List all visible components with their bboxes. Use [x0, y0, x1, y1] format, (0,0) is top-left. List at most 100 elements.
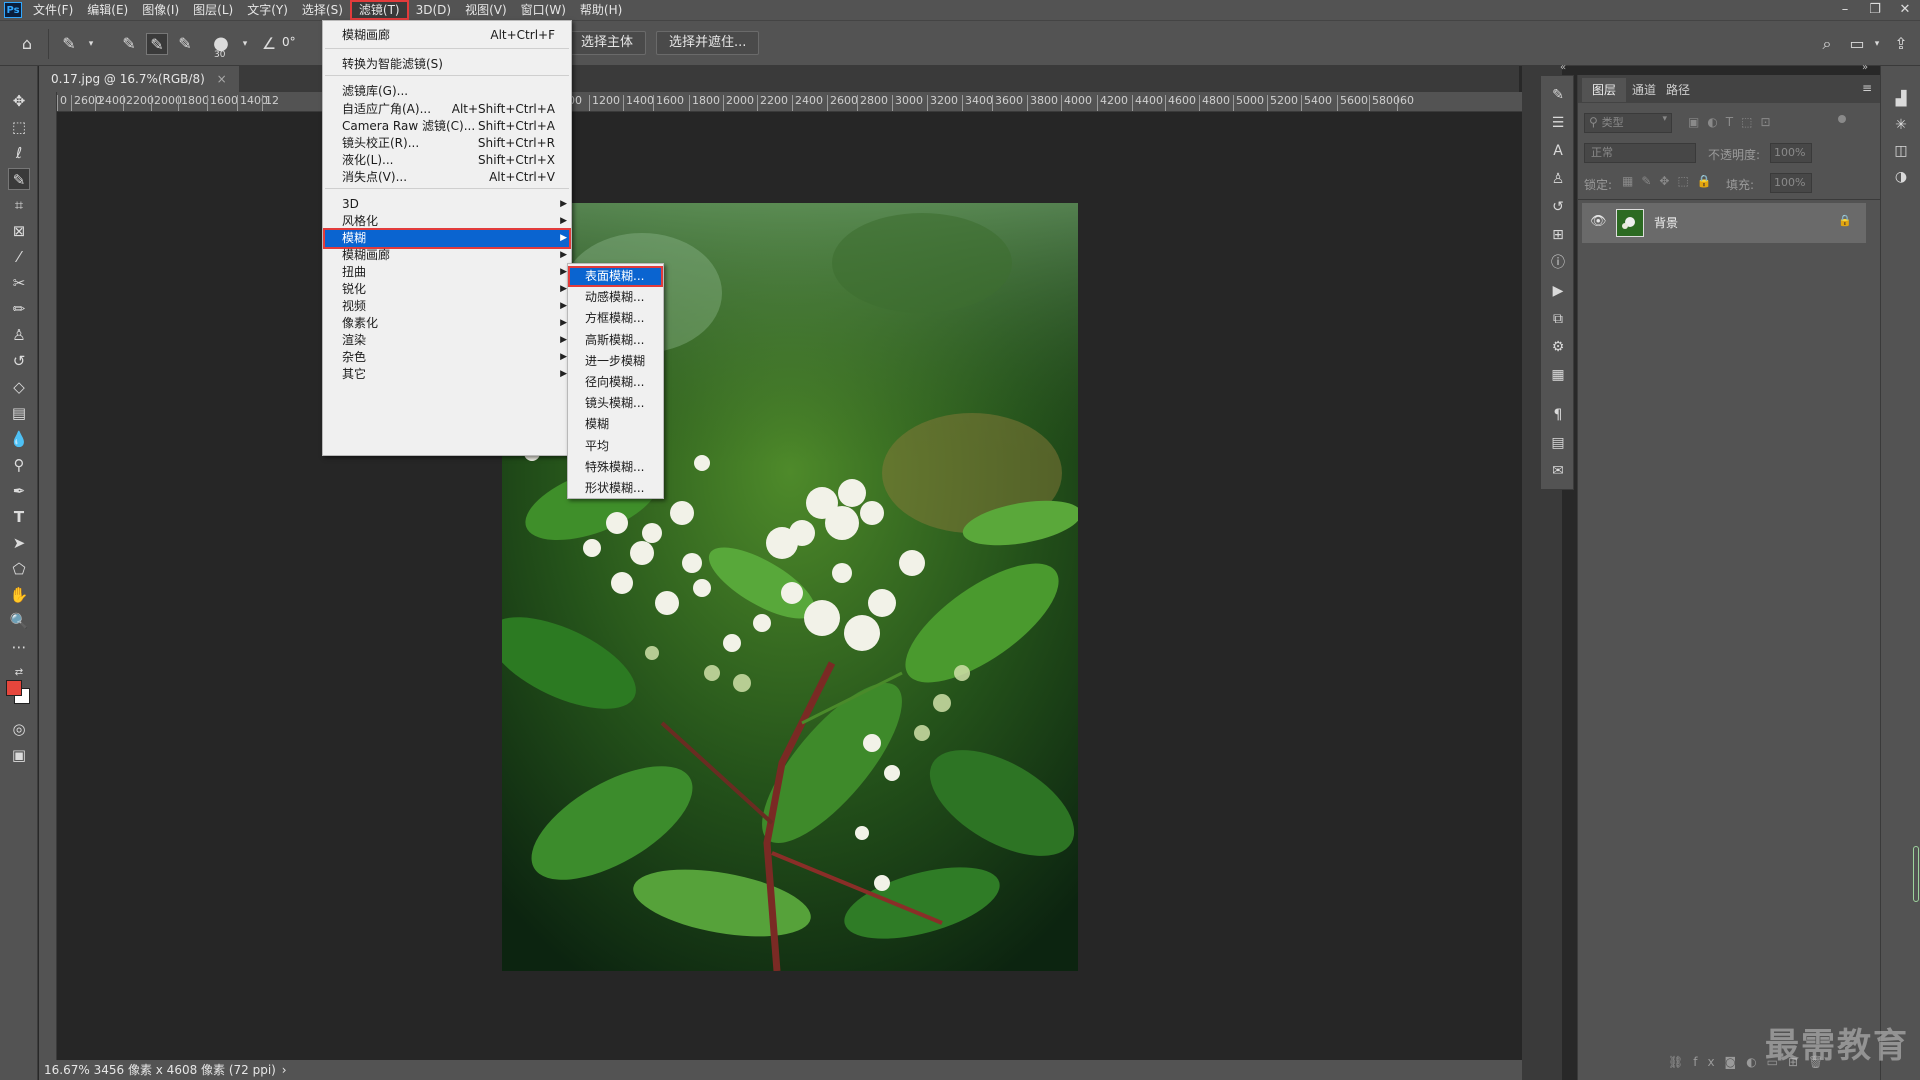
blur-submenu-item[interactable]: 方框模糊... [568, 308, 663, 329]
filter-menu-item[interactable]: 其它 ▶ [323, 364, 571, 385]
crop-tool-icon[interactable]: ⌗ [8, 194, 30, 216]
blur-submenu-item[interactable]: 进一步模糊 [568, 351, 663, 372]
tool-presets-icon[interactable]: ⊞ [1547, 224, 1569, 246]
menu-item[interactable]: 窗口(W) [514, 0, 573, 20]
subtract-selection-brush-icon[interactable]: ✎ [174, 33, 196, 55]
new-selection-brush-icon[interactable]: ✎ [118, 33, 140, 55]
scrollbar-indicator[interactable] [1913, 846, 1919, 902]
screen-mode-icon[interactable]: ▣ [8, 744, 30, 766]
minimize-button[interactable]: – [1830, 0, 1860, 20]
lock-icon[interactable]: 🔒 [1838, 214, 1852, 227]
fill-input[interactable]: 100% [1770, 173, 1812, 193]
character-icon[interactable]: A [1547, 140, 1569, 162]
collapse-panels-icon[interactable]: « [1560, 62, 1566, 73]
lasso-tool-icon[interactable]: ℓ [8, 142, 30, 164]
3d-icon[interactable]: ⚙ [1547, 336, 1569, 358]
color-icon[interactable]: ◑ [1890, 166, 1912, 188]
angle-value[interactable]: 0° [282, 35, 296, 49]
styles-icon[interactable]: ⧉ [1547, 308, 1569, 330]
libraries-icon[interactable]: ◫ [1890, 140, 1912, 162]
adjustments-icon[interactable]: ☰ [1547, 112, 1569, 134]
filter-toggle-icon[interactable] [1838, 115, 1846, 123]
move-tool-icon[interactable]: ✥ [8, 90, 30, 112]
shape-tool-icon[interactable]: ⬠ [8, 558, 30, 580]
foreground-color-swatch[interactable] [6, 680, 22, 696]
swatches-icon[interactable]: ▦ [1547, 364, 1569, 386]
menu-item[interactable]: 文件(F) [26, 0, 80, 20]
clone-source-icon[interactable]: ♙ [1547, 168, 1569, 190]
panel-tab[interactable]: 路径 [1656, 78, 1700, 102]
chevron-right-icon[interactable]: › [282, 1063, 287, 1077]
quick-selection-tool-icon[interactable]: ✎ [8, 168, 30, 190]
close-tab-icon[interactable]: × [217, 72, 227, 86]
blur-submenu-item[interactable]: 高斯模糊... [568, 330, 663, 351]
expand-panels-icon[interactable]: » [1862, 62, 1868, 73]
panel-menu-icon[interactable]: ≡ [1862, 81, 1872, 95]
menu-item[interactable]: 图层(L) [186, 0, 240, 20]
info-icon[interactable]: ⓘ [1547, 252, 1569, 274]
search-icon[interactable]: ⌕ [1816, 33, 1838, 55]
menu-item[interactable]: 编辑(E) [80, 0, 135, 20]
blur-submenu-item[interactable]: 动感模糊... [568, 287, 663, 308]
opacity-input[interactable]: 100% [1770, 143, 1812, 163]
workspace-icon[interactable]: ▭ [1846, 33, 1868, 55]
filter-menu-item[interactable]: 消失点(V)... Alt+Ctrl+V [323, 167, 571, 188]
add-selection-brush-icon[interactable]: ✎ [146, 33, 168, 55]
layer-name[interactable]: 背景 [1654, 214, 1678, 231]
brush-tool-icon[interactable]: ✏ [8, 298, 30, 320]
dodge-tool-icon[interactable]: ⚲ [8, 454, 30, 476]
zoom-level[interactable]: 16.67% [44, 1063, 90, 1077]
chevron-down-icon[interactable]: ▾ [234, 33, 256, 55]
close-button[interactable]: ✕ [1890, 0, 1920, 20]
paragraph-styles-icon[interactable]: ▤ [1547, 432, 1569, 454]
blur-tool-icon[interactable]: 💧 [8, 428, 30, 450]
layer-row-background[interactable]: 👁 背景 🔒 [1582, 203, 1866, 243]
menu-item[interactable]: 文字(Y) [240, 0, 295, 20]
eraser-tool-icon[interactable]: ◇ [8, 376, 30, 398]
actions-icon[interactable]: ▶ [1547, 280, 1569, 302]
layer-filter-select[interactable]: ⚲ 类型 ▾ [1584, 113, 1672, 133]
path-selection-tool-icon[interactable]: ➤ [8, 532, 30, 554]
restore-button[interactable]: ❐ [1860, 0, 1890, 20]
quick-selection-preset-icon[interactable]: ✎ [58, 33, 80, 55]
blur-submenu-item[interactable]: 模糊 [568, 414, 663, 435]
chevron-down-icon[interactable]: ▾ [1866, 33, 1888, 55]
blend-mode-select[interactable]: 正常 [1584, 143, 1696, 163]
layer-filter-icons[interactable]: ▣◐T⬚⊡ [1688, 115, 1779, 129]
menu-item[interactable]: 选择(S) [295, 0, 350, 20]
blur-submenu-item[interactable]: 特殊模糊... [568, 457, 663, 478]
paragraph-icon[interactable]: ¶ [1547, 404, 1569, 426]
menu-item[interactable]: 帮助(H) [573, 0, 629, 20]
visibility-eye-icon[interactable]: 👁 [1590, 214, 1607, 229]
blur-submenu-item[interactable]: 表面模糊... [568, 266, 663, 287]
marquee-tool-icon[interactable]: ⬚ [8, 116, 30, 138]
frame-tool-icon[interactable]: ⊠ [8, 220, 30, 242]
history-brush-tool-icon[interactable]: ↺ [8, 350, 30, 372]
gradient-tool-icon[interactable]: ▤ [8, 402, 30, 424]
lock-icons[interactable]: ▦✎✥⬚🔒 [1622, 174, 1720, 188]
history-icon[interactable]: ↺ [1547, 196, 1569, 218]
clone-stamp-tool-icon[interactable]: ♙ [8, 324, 30, 346]
notes-icon[interactable]: ✉ [1547, 460, 1569, 482]
menu-item[interactable]: 视图(V) [458, 0, 514, 20]
type-tool-icon[interactable]: T [8, 506, 30, 528]
menu-item[interactable]: 图像(I) [135, 0, 186, 20]
home-icon[interactable]: ⌂ [16, 33, 38, 55]
hand-tool-icon[interactable]: ✋ [8, 584, 30, 606]
healing-brush-tool-icon[interactable]: ✂ [8, 272, 30, 294]
menu-item[interactable]: 3D(D) [409, 0, 458, 20]
filter-menu-item[interactable]: 模糊画廊 Alt+Ctrl+F [323, 25, 571, 46]
select-subject-button[interactable]: 选择主体 [568, 31, 647, 55]
blur-submenu-item[interactable]: 径向模糊... [568, 372, 663, 393]
panel-tab[interactable]: 图层 [1582, 78, 1627, 102]
chevron-down-icon[interactable]: ▾ [80, 33, 102, 55]
eyedropper-tool-icon[interactable]: ⁄ [8, 246, 30, 268]
zoom-tool-icon[interactable]: 🔍 [8, 610, 30, 632]
pen-tool-icon[interactable]: ✒ [8, 480, 30, 502]
blur-submenu-item[interactable]: 镜头模糊... [568, 393, 663, 414]
quick-mask-icon[interactable]: ◎ [8, 718, 30, 740]
blur-submenu-item[interactable]: 平均 [568, 436, 663, 457]
share-icon[interactable]: ⇪ [1890, 33, 1912, 55]
menu-item[interactable]: 滤镜(T) [349, 0, 409, 20]
blur-submenu-item[interactable]: 形状模糊... [568, 478, 663, 499]
